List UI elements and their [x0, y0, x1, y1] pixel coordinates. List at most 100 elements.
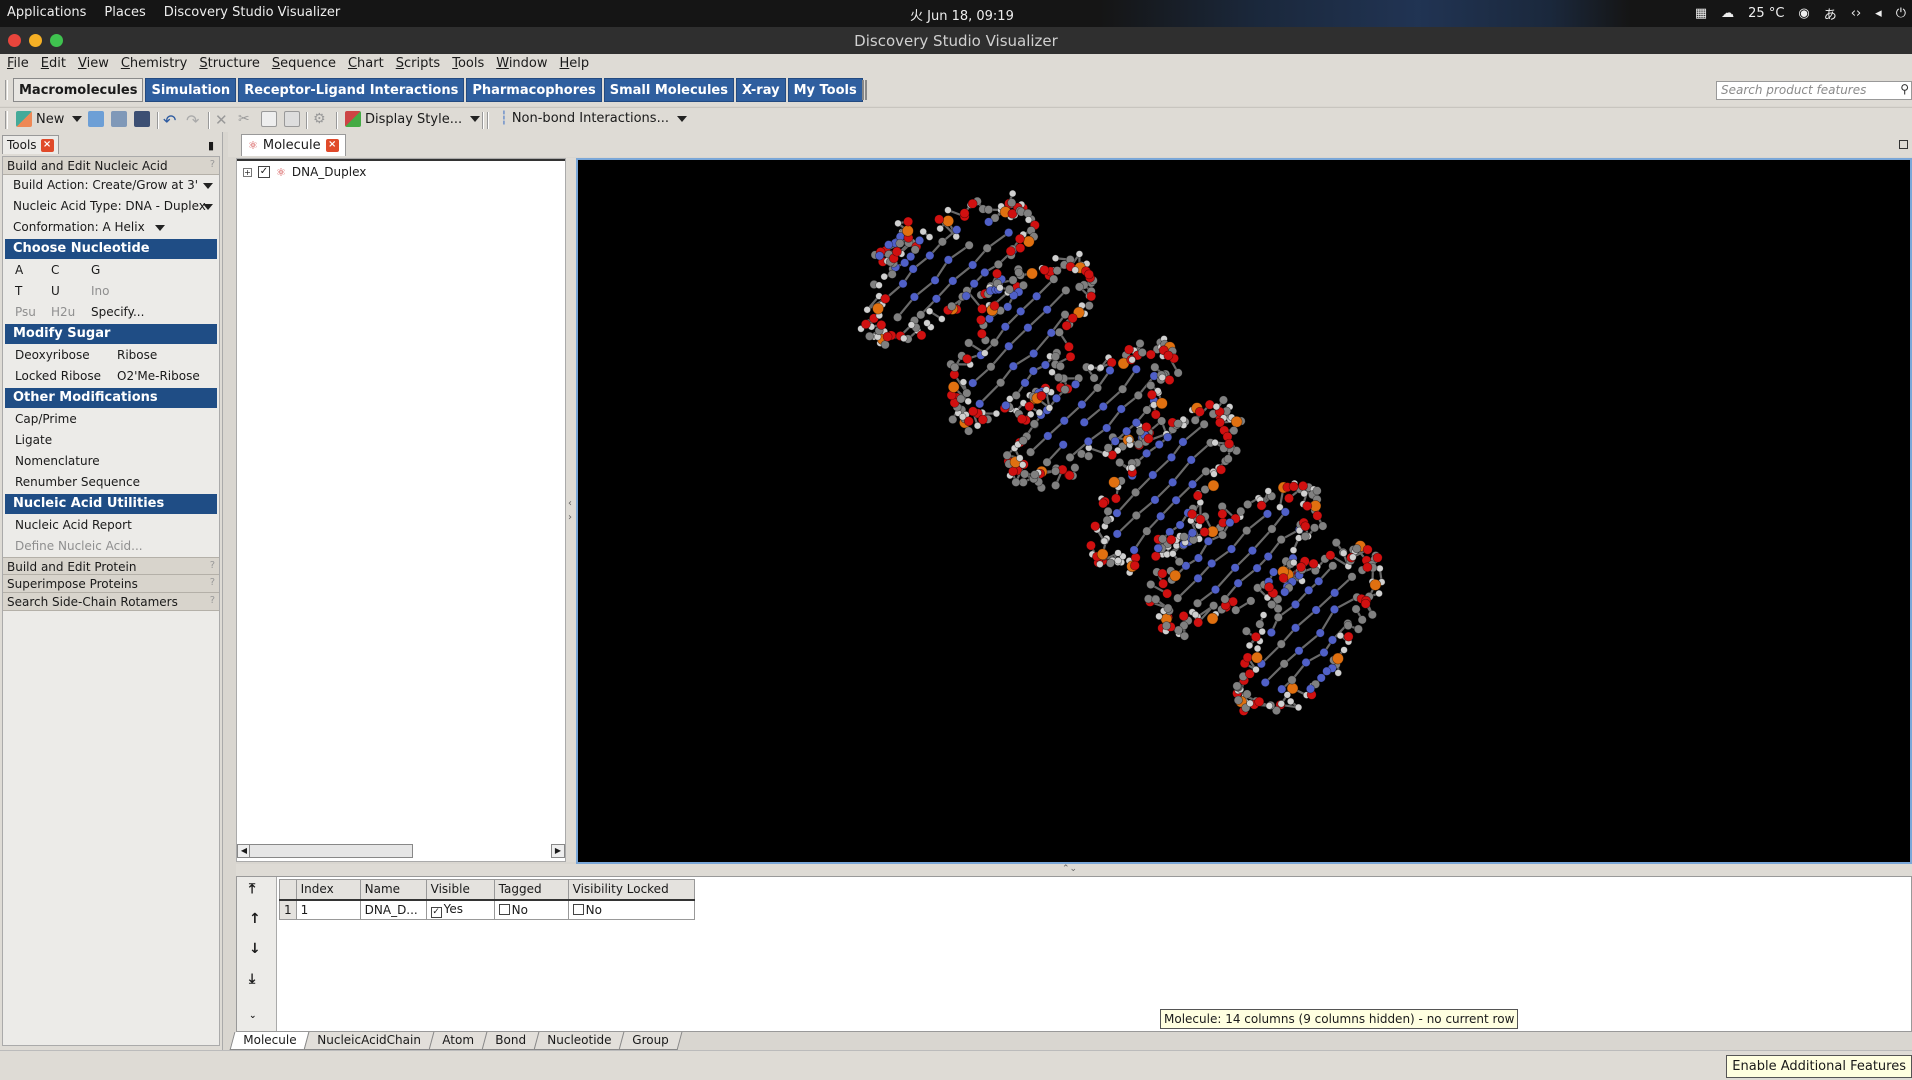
atom[interactable] [1209, 601, 1219, 611]
atom[interactable] [1334, 669, 1342, 677]
atom[interactable] [989, 300, 1000, 311]
atom[interactable] [1330, 588, 1340, 598]
atom[interactable] [1319, 648, 1329, 658]
atom[interactable] [1016, 414, 1027, 424]
nonbond-interactions-button[interactable]: ┆ Non-bond Interactions... [500, 111, 687, 126]
row-number-header[interactable] [279, 879, 297, 901]
atom[interactable] [1036, 390, 1047, 401]
atom[interactable] [1030, 470, 1040, 480]
atom[interactable] [1014, 267, 1024, 277]
atom[interactable] [1276, 639, 1286, 649]
section-modify-sugar[interactable]: Modify Sugar [5, 324, 217, 344]
atom[interactable] [1301, 657, 1311, 667]
atom[interactable] [1055, 361, 1065, 371]
atom[interactable] [1224, 438, 1235, 449]
atom[interactable] [959, 378, 968, 386]
tab-nucleotide[interactable]: Nucleotide [533, 1032, 625, 1050]
atom[interactable] [1112, 508, 1122, 518]
atom[interactable] [1300, 489, 1308, 498]
atom[interactable] [875, 251, 885, 261]
atom[interactable] [907, 321, 916, 329]
atom[interactable] [1250, 631, 1261, 642]
atom[interactable] [1115, 458, 1125, 468]
atom[interactable] [1216, 464, 1227, 475]
more-icon[interactable]: ⌄ [249, 1011, 257, 1021]
atom[interactable] [1173, 593, 1183, 603]
atom[interactable] [925, 233, 934, 241]
atom[interactable] [1294, 646, 1304, 656]
atom[interactable] [1254, 696, 1265, 707]
atom[interactable] [1308, 558, 1319, 569]
applications-menu[interactable]: Applications [7, 5, 86, 20]
atom[interactable] [1032, 291, 1042, 301]
atom[interactable] [860, 319, 871, 330]
atom[interactable] [1267, 600, 1277, 610]
atom[interactable] [986, 362, 996, 372]
nucleotide-specify[interactable]: Specify... [91, 305, 144, 320]
atom[interactable] [1071, 266, 1079, 274]
atom[interactable] [1142, 526, 1152, 536]
atom[interactable] [1173, 419, 1183, 429]
atom[interactable] [1035, 408, 1044, 417]
atom[interactable] [1102, 423, 1112, 433]
tab-pharmacophores[interactable]: Pharmacophores [466, 78, 602, 102]
atom[interactable] [962, 353, 973, 364]
menu-sequence[interactable]: Sequence [272, 54, 342, 75]
atom[interactable] [1210, 585, 1220, 595]
atom[interactable] [1054, 373, 1064, 383]
atom[interactable] [1343, 631, 1354, 642]
atom[interactable] [1052, 266, 1062, 276]
atom[interactable] [1169, 569, 1182, 582]
atom[interactable] [1002, 450, 1012, 460]
atom[interactable] [1004, 284, 1014, 294]
atom[interactable] [1061, 285, 1071, 295]
cell-visible[interactable]: ✓ Yes [425, 899, 495, 920]
atom[interactable] [865, 331, 875, 341]
atom[interactable] [1220, 594, 1230, 604]
atom[interactable] [1083, 436, 1093, 446]
nucleotide-a[interactable]: A [15, 263, 51, 278]
atom[interactable] [1191, 610, 1200, 619]
atom[interactable] [1086, 291, 1097, 302]
atom[interactable] [1048, 368, 1056, 376]
atom[interactable] [1079, 417, 1089, 427]
atom[interactable] [1054, 327, 1064, 337]
tab-molecule[interactable]: ⚛ Molecule × [241, 134, 346, 156]
atom[interactable] [1322, 666, 1332, 676]
help-icon[interactable]: ? [210, 595, 215, 606]
atom[interactable] [1008, 361, 1018, 371]
atom[interactable] [969, 279, 979, 289]
atom[interactable] [1375, 589, 1383, 598]
next-row-icon[interactable]: ↓ [249, 941, 261, 957]
atom[interactable] [1174, 557, 1184, 567]
cell-name[interactable]: DNA_D... [359, 899, 427, 920]
atom[interactable] [1131, 487, 1141, 497]
atom[interactable] [1278, 573, 1289, 583]
atom[interactable] [1265, 702, 1274, 710]
atom[interactable] [1259, 611, 1268, 619]
atom[interactable] [1173, 368, 1183, 378]
atom[interactable] [1207, 558, 1217, 568]
atom[interactable] [1171, 495, 1181, 505]
tree-node-dna-duplex[interactable]: + ✓ ⚛ DNA_Duplex [243, 165, 366, 179]
atom[interactable] [1026, 447, 1036, 457]
atom[interactable] [1058, 440, 1068, 450]
atom[interactable] [976, 328, 987, 339]
atom[interactable] [1269, 567, 1279, 577]
atom[interactable] [1203, 536, 1213, 546]
atom[interactable] [1097, 363, 1105, 372]
clock[interactable]: 火 Jun 18, 09:19 [910, 5, 1014, 24]
atom[interactable] [950, 362, 960, 372]
horizontal-splitter[interactable]: ⌃⌄ [236, 864, 1912, 876]
atom[interactable] [1206, 612, 1219, 625]
atom[interactable] [1306, 684, 1316, 694]
atom[interactable] [947, 301, 957, 311]
atom[interactable] [1114, 556, 1122, 565]
table-row[interactable]: 1 1 DNA_D... ✓ Yes No No [279, 899, 695, 920]
help-icon[interactable]: ? [210, 577, 215, 588]
atom[interactable] [1232, 681, 1242, 691]
atom[interactable] [1277, 700, 1285, 708]
settings-gear-icon[interactable]: ⚙ [313, 111, 326, 127]
atom[interactable] [1122, 426, 1132, 436]
accessibility-icon[interactable]: ◉ [1798, 6, 1809, 21]
